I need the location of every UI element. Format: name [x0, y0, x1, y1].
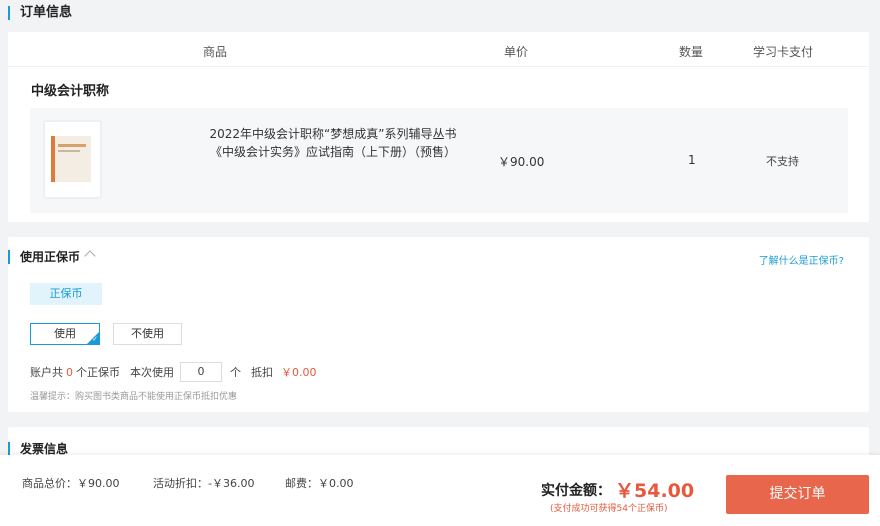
coin-card: 使用正保币 了解什么是正保币? 正保币 使用 ✓ 不使用 账户共 0 个正保币 …	[8, 237, 869, 412]
item-card-pay-status: 不支持	[766, 155, 799, 168]
coin-type-tag[interactable]: 正保币	[30, 283, 102, 305]
account-prefix: 账户共	[30, 366, 63, 379]
book-title-line1: 2022年中级会计职称“梦想成真”系列辅导丛书	[209, 127, 457, 141]
course-name: 中级会计职称	[31, 84, 110, 99]
coin-amount-input[interactable]: 0	[180, 362, 222, 382]
header-quantity: 数量	[679, 45, 704, 59]
book-title-line2: 《中级会计实务》应试指南（上下册）（预售）	[209, 145, 456, 159]
submit-order-button[interactable]: 提交订单	[726, 475, 869, 514]
book-cover-image[interactable]	[44, 121, 101, 198]
deduct-label: 抵扣	[251, 366, 273, 379]
chevron-up-icon[interactable]	[84, 250, 96, 262]
coin-tip: 温馨提示：购买图书类商品不能使用正保币抵扣优惠	[30, 392, 238, 402]
header-product: 商品	[203, 45, 228, 59]
order-card: 商品 单价 数量 学习卡支付 中级会计职称 2022年中级会计职称“梦想成真”系…	[8, 32, 869, 222]
use-coin-button[interactable]: 使用 ✓	[30, 323, 100, 345]
item-price: ￥90.00	[498, 155, 545, 169]
item-quantity: 1	[688, 153, 696, 167]
pay-amount-value: ￥54.00	[615, 480, 695, 502]
checkout-bar: 商品总价：￥90.00 活动折扣：-￥36.00 邮费：￥0.00 实付金额： …	[0, 455, 880, 526]
header-card-pay: 学习卡支付	[753, 45, 814, 59]
discount-amount: 活动折扣：-￥36.00	[153, 477, 255, 490]
pay-reward-note: (支付成功可获得54个正保币)	[550, 504, 668, 514]
total-price: 商品总价：￥90.00	[22, 477, 120, 490]
coin-usage-line: 账户共 0 个正保币 本次使用 0 个 抵扣 ￥0.00	[30, 362, 317, 382]
header-unit-price: 单价	[504, 45, 529, 59]
check-icon: ✓	[92, 335, 98, 343]
coin-unit-label: 个	[230, 366, 241, 379]
account-coin-count: 0	[66, 365, 73, 379]
pay-amount-label: 实付金额：	[541, 483, 611, 499]
no-use-coin-button[interactable]: 不使用	[113, 323, 182, 345]
deduct-amount: ￥0.00	[281, 366, 317, 379]
order-item-row: 2022年中级会计职称“梦想成真”系列辅导丛书 《中级会计实务》应试指南（上下册…	[30, 108, 848, 213]
use-this-time-label: 本次使用	[130, 366, 174, 379]
use-coin-label: 使用	[54, 327, 76, 340]
coin-section-title: 使用正保币	[8, 250, 80, 264]
account-suffix: 个正保币	[76, 366, 120, 379]
invoice-section-title: 发票信息	[8, 442, 68, 456]
order-section-title: 订单信息	[8, 6, 72, 20]
shipping-fee: 邮费：￥0.00	[285, 477, 354, 490]
coin-help-link[interactable]: 了解什么是正保币?	[759, 252, 844, 267]
book-title[interactable]: 2022年中级会计职称“梦想成真”系列辅导丛书 《中级会计实务》应试指南（上下册…	[203, 125, 463, 161]
order-table-header: 商品 单价 数量 学习卡支付	[8, 32, 869, 67]
